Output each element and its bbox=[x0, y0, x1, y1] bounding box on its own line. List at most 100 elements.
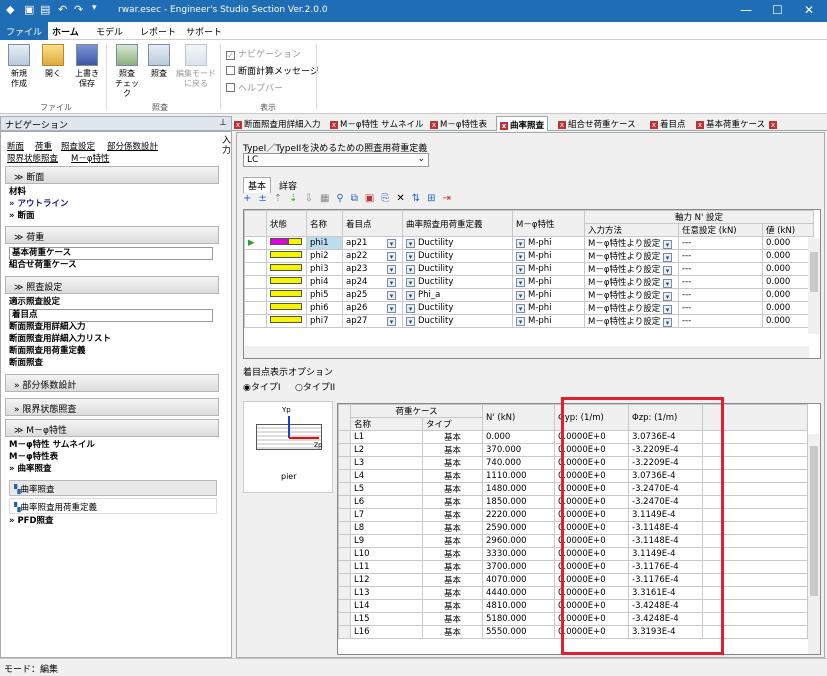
dropdown-icon[interactable]: ▾ bbox=[516, 278, 525, 287]
dropdown-icon[interactable]: ▾ bbox=[406, 265, 415, 274]
section-header-check[interactable]: ≫ 照査設定 bbox=[5, 276, 219, 294]
dropdown-icon[interactable]: ▾ bbox=[662, 292, 672, 301]
name-cell[interactable]: phi4 bbox=[306, 275, 343, 289]
tab-close-icon[interactable]: x bbox=[330, 121, 338, 129]
verify-button[interactable]: 照査 bbox=[144, 44, 174, 79]
doc-tab-mphi-thumb[interactable]: x M－φ特性 サムネイル bbox=[330, 118, 423, 130]
table-row[interactable]: phi5 ap25 ▾ ▾ Phi_a ▾ M-phi M－φ特性より設定 ▾ ---… bbox=[244, 288, 814, 302]
back-to-edit-button[interactable]: 編集モード に戻る bbox=[176, 44, 216, 89]
table-row[interactable]: phi3 ap23 ▾ ▾ Ductility ▾ M-phi M－φ特性より設定 ▾… bbox=[244, 262, 814, 276]
arbitrary-cell[interactable]: --- bbox=[678, 314, 763, 328]
import-icon[interactable]: ⎘ bbox=[381, 193, 396, 204]
copy-icon[interactable]: ⧉ bbox=[351, 193, 365, 204]
name-cell[interactable]: phi1 bbox=[306, 236, 343, 250]
nav-item-show-check[interactable]: 適示照査設定 bbox=[9, 297, 60, 308]
method-cell[interactable]: M－φ特性より設定 ▾ bbox=[584, 314, 679, 328]
point-cell[interactable]: ap25 ▾ bbox=[342, 288, 403, 302]
dropdown-icon[interactable]: ▾ bbox=[662, 240, 672, 249]
nav-link-check-settings[interactable]: 照査設定 bbox=[61, 140, 95, 152]
arbitrary-cell[interactable]: --- bbox=[678, 262, 763, 276]
nav-item-curvature[interactable]: » 曲率照査 bbox=[9, 464, 51, 475]
type-def-dropdown[interactable]: LC ⌄ bbox=[243, 153, 429, 167]
dropdown-icon[interactable]: ▾ bbox=[406, 252, 415, 261]
section-header-dm[interactable]: ≫ 断面 bbox=[5, 166, 219, 184]
def-cell[interactable]: ▾ Ductility bbox=[402, 249, 513, 263]
method-cell[interactable]: M－φ特性より設定 ▾ bbox=[584, 275, 679, 289]
nav-sub-curvature[interactable]: ▚曲率照査 bbox=[9, 480, 217, 496]
mphi-cell[interactable]: ▾ M-phi bbox=[512, 236, 585, 250]
nav-sub-curvature-load[interactable]: ▚曲率照査用荷重定義 bbox=[9, 498, 217, 514]
def-cell[interactable]: ▾ Ductility bbox=[402, 236, 513, 250]
close-icon[interactable]: ✕ bbox=[804, 3, 814, 17]
point-cell[interactable]: ap22 ▾ bbox=[342, 249, 403, 263]
table-row[interactable]: phi2 ap22 ▾ ▾ Ductility ▾ M-phi M－φ特性より設定 ▾… bbox=[244, 249, 814, 263]
subtab-basic[interactable]: 基本 bbox=[243, 177, 272, 193]
tab-close-icon[interactable]: x bbox=[769, 121, 778, 129]
dropdown-icon[interactable]: ▾ bbox=[387, 239, 396, 248]
arbitrary-cell[interactable]: --- bbox=[678, 236, 763, 250]
redo-icon[interactable]: ↷ bbox=[74, 3, 83, 16]
doc-tab-detail[interactable]: x 断面照査用詳細入力 bbox=[234, 118, 321, 130]
calc-message-checkbox[interactable]: 断面計算メッセージ bbox=[226, 64, 319, 77]
mphi-cell[interactable]: ▾ M-phi bbox=[512, 314, 585, 328]
nav-checkbox[interactable]: ✓ ナビゲーション bbox=[226, 47, 301, 60]
table-row[interactable]: phi6 ap26 ▾ ▾ Ductility ▾ M-phi M－φ特性より設定 ▾… bbox=[244, 301, 814, 315]
nav-item-section[interactable]: » 断面 bbox=[9, 211, 34, 222]
method-cell[interactable]: M－φ特性より設定 ▾ bbox=[584, 249, 679, 263]
method-cell[interactable]: M－φ特性より設定 ▾ bbox=[584, 288, 679, 302]
tab-report[interactable]: レポート bbox=[140, 25, 176, 38]
dropdown-icon[interactable]: ▾ bbox=[406, 278, 415, 287]
nav-link-load[interactable]: 荷重 bbox=[35, 140, 52, 152]
undo-icon[interactable]: ↶ bbox=[58, 3, 67, 16]
nav-item-load-def[interactable]: 断面照査用荷重定義 bbox=[9, 346, 86, 357]
tab-file[interactable]: ファイル bbox=[0, 22, 49, 40]
radio-type1[interactable]: ◉タイプI bbox=[243, 380, 281, 393]
section-header-partial[interactable]: » 部分係数設計 bbox=[5, 374, 219, 392]
tab-model[interactable]: モデル bbox=[96, 25, 123, 38]
method-cell[interactable]: M－φ特性より設定 ▾ bbox=[584, 301, 679, 315]
mphi-cell[interactable]: ▾ M-phi bbox=[512, 301, 585, 315]
dropdown-icon[interactable]: ▾ bbox=[516, 304, 525, 313]
arbitrary-cell[interactable]: --- bbox=[678, 249, 763, 263]
export-icon[interactable]: ⇥ bbox=[443, 193, 458, 204]
dropdown-icon[interactable]: ▾ bbox=[662, 318, 672, 327]
def-cell[interactable]: ▾ Phi_a bbox=[402, 288, 513, 302]
method-cell[interactable]: M－φ特性より設定 ▾ bbox=[584, 262, 679, 276]
method-cell[interactable]: M－φ特性より設定 ▾ bbox=[584, 236, 679, 250]
point-cell[interactable]: ap23 ▾ bbox=[342, 262, 403, 276]
doc-tab-focus[interactable]: x 着目点 bbox=[650, 118, 686, 130]
helpbar-checkbox[interactable]: ヘルプバー bbox=[226, 81, 283, 94]
name-cell[interactable]: phi6 bbox=[306, 301, 343, 315]
delete-icon[interactable]: ✕ bbox=[396, 193, 411, 204]
check-verify-button[interactable]: 照査 チェック bbox=[112, 44, 142, 99]
results-scrollbar[interactable] bbox=[808, 434, 820, 654]
dropdown-icon[interactable]: ▾ bbox=[662, 253, 672, 262]
point-cell[interactable]: ap27 ▾ bbox=[342, 314, 403, 328]
subtab-detail[interactable]: 詳容 bbox=[275, 178, 301, 193]
maximize-icon[interactable]: ☐ bbox=[772, 3, 783, 17]
name-cell[interactable]: phi2 bbox=[306, 249, 343, 263]
dropdown-icon[interactable]: ▾ bbox=[662, 305, 672, 314]
dropdown-icon[interactable]: ▾ bbox=[387, 317, 396, 326]
quick-menu-icon[interactable]: ▾ bbox=[92, 3, 97, 13]
name-cell[interactable]: phi5 bbox=[306, 288, 343, 302]
arbitrary-cell[interactable]: --- bbox=[678, 275, 763, 289]
dropdown-icon[interactable]: ▾ bbox=[387, 265, 396, 274]
mphi-cell[interactable]: ▾ M-phi bbox=[512, 288, 585, 302]
save-button[interactable]: 上書き 保存 bbox=[72, 44, 102, 89]
move-bottom-icon[interactable]: ⇩ bbox=[305, 193, 320, 204]
nav-item-basic-load[interactable]: 基本荷重ケース bbox=[9, 247, 213, 260]
dropdown-icon[interactable]: ▾ bbox=[516, 317, 525, 326]
tab-support[interactable]: サポート bbox=[186, 25, 222, 38]
nav-item-mphi-table[interactable]: M－φ特性表 bbox=[9, 452, 58, 463]
def-cell[interactable]: ▾ Ductility bbox=[402, 262, 513, 276]
nav-item-detail-input[interactable]: 断面照査用詳細入力 bbox=[9, 322, 86, 333]
block-icon[interactable]: ▦ bbox=[320, 193, 336, 204]
point-cell[interactable]: ap21 ▾ bbox=[342, 236, 403, 250]
section-header-load[interactable]: ≫ 荷重 bbox=[5, 226, 219, 244]
mphi-cell[interactable]: ▾ M-phi bbox=[512, 262, 585, 276]
insert-row-icon[interactable]: ± bbox=[258, 193, 273, 204]
paste-icon[interactable]: ▣ bbox=[365, 193, 381, 204]
tab-close-icon[interactable]: x bbox=[430, 121, 438, 129]
save-quick-icon[interactable]: ▤ bbox=[40, 3, 50, 16]
